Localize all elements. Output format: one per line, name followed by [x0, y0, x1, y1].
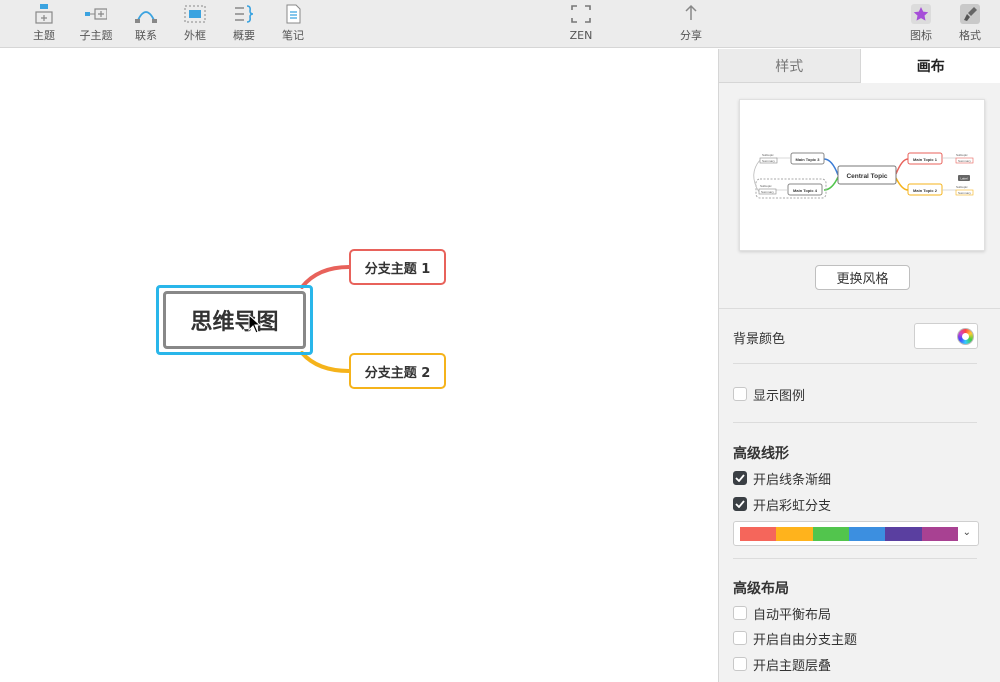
boundary-button[interactable]: 外框 — [173, 4, 217, 42]
relationship-button[interactable]: 联系 — [124, 4, 168, 42]
mindmap-canvas[interactable]: 思维导图 分支主题 1 分支主题 2 — [0, 49, 718, 682]
preview-main-topic-1: Main Topic 1 — [913, 157, 938, 162]
divider — [733, 558, 977, 559]
topic-overlap-label: 开启主题层叠 — [753, 658, 832, 674]
preview-mindmap: Central Topic Main Topic 1 Main Topic 2 … — [753, 152, 974, 199]
preview-central-text: Central Topic — [846, 173, 887, 180]
show-legend-option[interactable]: 显示图例 — [733, 386, 806, 404]
preview-label-tag: Label — [960, 177, 968, 181]
checkmark-icon — [735, 500, 745, 508]
star-icon — [911, 4, 931, 24]
preview-summary-3: Summary — [762, 159, 775, 163]
rainbow-swatch — [885, 527, 922, 541]
preview-summary-4: Summary — [761, 190, 774, 194]
divider — [719, 308, 1000, 309]
rainbow-branch-checkbox[interactable] — [733, 497, 747, 511]
preview-subtopic-1: Subtopic — [956, 153, 968, 157]
preview-main-topic-4: Main Topic 4 — [793, 188, 818, 193]
rainbow-swatch — [848, 527, 886, 541]
mouse-cursor-icon — [248, 314, 262, 334]
checkmark-icon — [735, 474, 745, 482]
style-preview: Central Topic Main Topic 1 Main Topic 2 … — [739, 99, 985, 251]
auto-balance-checkbox[interactable] — [733, 606, 747, 620]
format-panel: 样式 画布 Central Topic Main Topic 1 Main To… — [718, 49, 1000, 682]
preview-subtopic-3: Subtopic — [762, 153, 774, 157]
subtopic-label: 子主题 — [79, 29, 113, 42]
connector-branch-2 — [300, 351, 351, 373]
rainbow-palette-select[interactable]: ⌄ — [733, 521, 979, 546]
advanced-layout-title: 高级布局 — [733, 581, 789, 597]
preview-subtopic-2: Subtopic — [956, 185, 968, 189]
central-topic[interactable]: 思维导图 — [163, 291, 306, 349]
summary-button[interactable]: 概要 — [222, 4, 266, 42]
topic-icon — [35, 4, 53, 24]
zen-button[interactable]: ZEN — [559, 4, 603, 42]
boundary-icon — [184, 5, 206, 23]
format-label: 格式 — [959, 29, 981, 42]
background-color-label: 背景颜色 — [733, 332, 786, 347]
topic-button[interactable]: 主题 — [22, 4, 66, 42]
taper-lines-checkbox[interactable] — [733, 471, 747, 485]
rainbow-swatch — [921, 527, 958, 541]
share-label: 分享 — [680, 29, 702, 42]
toolbar: 主题 子主题 联系 外框 概要 笔记 ZEN 分享 图标 格式 — [0, 0, 1000, 48]
notes-button[interactable]: 笔记 — [271, 4, 315, 42]
rainbow-color-bar — [740, 527, 958, 541]
rainbow-swatch — [776, 527, 813, 541]
preview-summary-2: Summary — [958, 191, 971, 195]
taper-lines-label: 开启线条渐细 — [753, 472, 832, 488]
taper-lines-option[interactable]: 开启线条渐细 — [733, 470, 832, 488]
central-topic-selection[interactable]: 思维导图 — [156, 285, 313, 355]
panel-tabs: 样式 画布 — [719, 49, 1000, 83]
connector-branch-1 — [300, 265, 351, 289]
share-icon — [685, 4, 697, 20]
free-branch-checkbox[interactable] — [733, 631, 747, 645]
preview-summary-1: Summary — [958, 159, 971, 163]
auto-balance-option[interactable]: 自动平衡布局 — [733, 605, 832, 623]
fullscreen-icon — [571, 5, 591, 23]
share-button[interactable]: 分享 — [669, 4, 713, 42]
icons-button[interactable]: 图标 — [899, 4, 943, 42]
branch-topic-1[interactable]: 分支主题 1 — [349, 249, 446, 285]
divider — [733, 363, 977, 364]
preview-main-topic-2: Main Topic 2 — [913, 188, 938, 193]
rainbow-swatch — [740, 527, 777, 541]
relationship-icon — [135, 11, 157, 23]
preview-subtopic-4: Subtopic — [760, 184, 772, 188]
free-branch-label: 开启自由分支主题 — [753, 632, 858, 648]
format-button[interactable]: 格式 — [948, 4, 992, 42]
color-wheel-icon[interactable] — [957, 328, 974, 345]
tab-canvas[interactable]: 画布 — [859, 49, 1000, 83]
notes-icon — [286, 4, 301, 24]
paintbrush-icon — [960, 4, 980, 24]
show-legend-checkbox[interactable] — [733, 387, 747, 401]
summary-label: 概要 — [233, 29, 255, 42]
icons-label: 图标 — [910, 29, 932, 42]
show-legend-label: 显示图例 — [753, 388, 806, 404]
divider — [733, 422, 977, 423]
subtopic-button[interactable]: 子主题 — [74, 4, 118, 42]
summary-icon — [235, 5, 254, 23]
background-color-picker[interactable] — [914, 323, 978, 349]
chevron-down-icon: ⌄ — [962, 527, 971, 538]
topic-overlap-checkbox[interactable] — [733, 657, 747, 671]
zen-label: ZEN — [569, 29, 593, 42]
relationship-label: 联系 — [135, 29, 157, 42]
boundary-label: 外框 — [184, 29, 206, 42]
rainbow-branch-label: 开启彩虹分支 — [753, 498, 832, 514]
change-style-button[interactable]: 更换风格 — [815, 265, 910, 290]
branch-topic-2[interactable]: 分支主题 2 — [349, 353, 446, 389]
topic-overlap-option[interactable]: 开启主题层叠 — [733, 656, 832, 674]
auto-balance-label: 自动平衡布局 — [753, 607, 832, 623]
preview-main-topic-3: Main Topic 3 — [796, 157, 821, 162]
tab-style[interactable]: 样式 — [719, 49, 860, 83]
rainbow-branch-option[interactable]: 开启彩虹分支 — [733, 496, 832, 514]
topic-label: 主题 — [33, 29, 55, 42]
subtopic-icon — [85, 8, 107, 20]
notes-label: 笔记 — [282, 29, 304, 42]
rainbow-swatch — [812, 527, 849, 541]
free-branch-option[interactable]: 开启自由分支主题 — [733, 630, 858, 648]
advanced-line-title: 高级线形 — [733, 446, 789, 462]
